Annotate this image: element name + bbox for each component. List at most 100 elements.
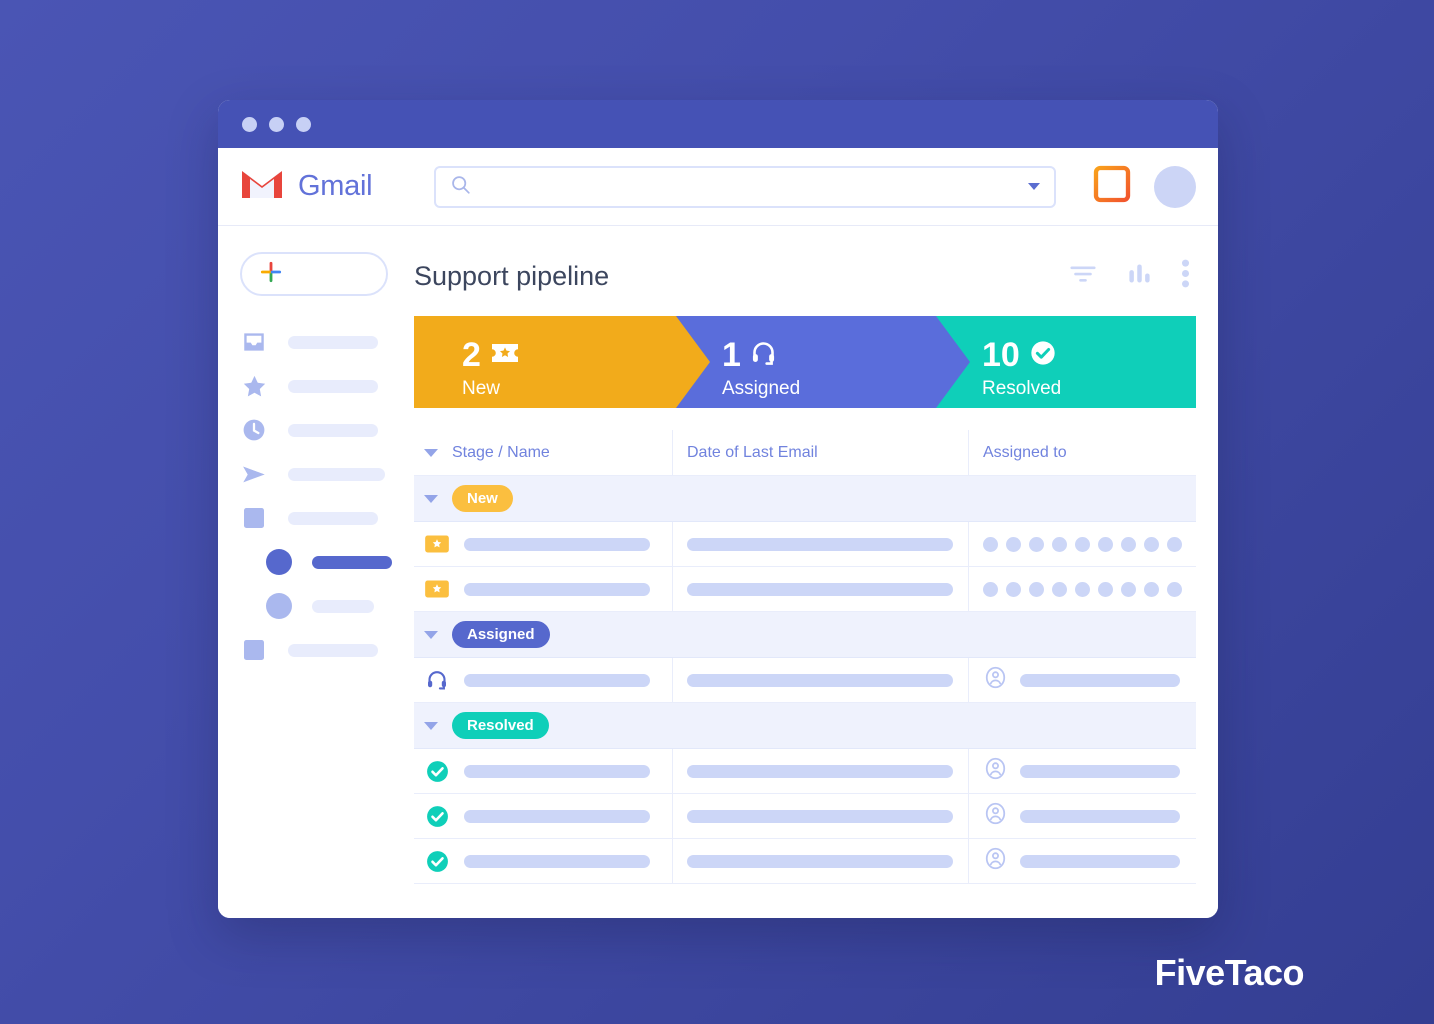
app-body: Support pipeline 2 New 1 Assigned 10 Res…	[218, 226, 1218, 918]
pipeline-stage-resolved[interactable]: 10 Resolved	[936, 316, 1196, 408]
sidebar	[218, 226, 400, 918]
check-circle-icon	[424, 803, 450, 829]
app-header: Gmail	[218, 148, 1218, 226]
send-icon	[240, 460, 268, 488]
row-date-placeholder	[687, 809, 953, 823]
check-circle-icon	[424, 848, 450, 874]
headset-icon	[750, 339, 777, 371]
browser-window: Gmail Support pipeline 2 New 1 Assigned …	[218, 100, 1218, 918]
label-dot-icon	[266, 549, 292, 575]
pipeline-stage-new[interactable]: 2 New	[414, 316, 710, 408]
maximize-dot[interactable]	[296, 116, 311, 132]
ticket-star-icon	[424, 576, 450, 602]
star-icon	[240, 372, 268, 400]
streak-layout-icon[interactable]	[1092, 164, 1132, 209]
square-icon	[240, 504, 268, 532]
row-name-placeholder	[464, 809, 650, 823]
stage-name: New	[462, 378, 501, 399]
pipeline-stage-assigned[interactable]: 1 Assigned	[676, 316, 970, 408]
row-date-placeholder	[687, 854, 953, 868]
clock-icon	[240, 416, 268, 444]
gmail-logo-icon	[240, 168, 284, 206]
assignee-avatar-icon	[983, 801, 1008, 831]
close-dot[interactable]	[242, 116, 257, 132]
filter-icon[interactable]	[1068, 259, 1098, 294]
sidebar-item-label	[288, 467, 385, 481]
sidebar-item-starred[interactable]	[240, 364, 400, 408]
sidebar-item-label	[288, 643, 378, 657]
column-header-stage-name[interactable]: Stage / Name	[452, 444, 550, 462]
row-name-placeholder	[464, 673, 650, 687]
sort-caret-icon[interactable]	[424, 448, 438, 457]
sidebar-item-inbox[interactable]	[240, 320, 400, 364]
sidebar-label-text	[312, 555, 392, 569]
header-actions	[1072, 164, 1196, 209]
group-header-new[interactable]: New	[414, 476, 1196, 522]
chart-icon[interactable]	[1126, 260, 1153, 292]
pipeline-stages: 2 New 1 Assigned 10 Resolved	[414, 316, 1196, 408]
row-date-placeholder	[687, 673, 953, 687]
sidebar-item-drafts[interactable]	[240, 496, 400, 540]
chevron-down-icon[interactable]	[1028, 183, 1040, 190]
compose-button[interactable]	[240, 252, 388, 296]
user-avatar[interactable]	[1154, 165, 1196, 208]
ticket-star-icon	[490, 340, 520, 371]
table-row[interactable]	[414, 839, 1196, 884]
brand-name: Gmail	[298, 170, 373, 202]
collapse-caret-icon[interactable]	[424, 721, 438, 730]
sidebar-item-snoozed[interactable]	[240, 408, 400, 452]
column-header-assigned[interactable]: Assigned to	[983, 444, 1067, 462]
window-titlebar	[218, 100, 1218, 148]
page-title: Support pipeline	[414, 260, 610, 291]
collapse-caret-icon[interactable]	[424, 630, 438, 639]
row-name-placeholder	[464, 854, 650, 868]
brand[interactable]: Gmail	[240, 168, 418, 206]
sidebar-item-label	[288, 511, 378, 525]
sidebar-item-label	[288, 379, 378, 393]
status-badge: New	[452, 485, 513, 512]
sidebar-label[interactable]	[240, 584, 400, 628]
main-toolbar	[1068, 259, 1196, 294]
table-header-row: Stage / Name Date of Last Email Assigned…	[414, 430, 1196, 476]
sidebar-item-label	[288, 423, 378, 437]
row-name-placeholder	[464, 764, 650, 778]
sidebar-label-active[interactable]	[240, 540, 400, 584]
row-date-placeholder	[687, 537, 953, 551]
table-row[interactable]	[414, 522, 1196, 567]
main-content: Support pipeline 2 New 1 Assigned 10 Res…	[400, 226, 1218, 918]
assignee-avatar-icon	[983, 846, 1008, 876]
stage-name: Assigned	[722, 378, 801, 399]
minimize-dot[interactable]	[269, 116, 284, 132]
assignee-avatar-icon	[983, 665, 1008, 695]
check-circle-icon	[424, 758, 450, 784]
table-row[interactable]	[414, 567, 1196, 612]
sidebar-label-text	[312, 599, 374, 613]
row-date-placeholder	[687, 582, 953, 596]
assignee-avatar-icon	[983, 756, 1008, 786]
pipeline-table: Stage / Name Date of Last Email Assigned…	[414, 430, 1196, 884]
table-row[interactable]	[414, 749, 1196, 794]
check-circle-icon	[1029, 339, 1057, 372]
sidebar-item-more[interactable]	[240, 628, 400, 672]
search-input[interactable]	[481, 178, 1018, 195]
table-row[interactable]	[414, 794, 1196, 839]
row-assignee-placeholder	[1020, 854, 1180, 868]
stage-name: Resolved	[982, 378, 1062, 399]
row-name-placeholder	[464, 537, 650, 551]
row-assignee-placeholder	[1020, 809, 1180, 823]
row-date-placeholder	[687, 764, 953, 778]
ticket-star-icon	[424, 531, 450, 557]
table-row[interactable]	[414, 658, 1196, 703]
more-options-icon[interactable]	[1181, 259, 1190, 293]
row-name-placeholder	[464, 582, 650, 596]
row-assignee-placeholder	[1020, 764, 1180, 778]
column-header-date[interactable]: Date of Last Email	[687, 444, 818, 462]
plus-icon	[258, 259, 284, 290]
group-header-assigned[interactable]: Assigned	[414, 612, 1196, 658]
group-header-resolved[interactable]: Resolved	[414, 703, 1196, 749]
status-badge: Resolved	[452, 712, 549, 739]
status-badge: Assigned	[452, 621, 550, 648]
sidebar-item-sent[interactable]	[240, 452, 400, 496]
collapse-caret-icon[interactable]	[424, 494, 438, 503]
search-bar[interactable]	[434, 165, 1056, 208]
